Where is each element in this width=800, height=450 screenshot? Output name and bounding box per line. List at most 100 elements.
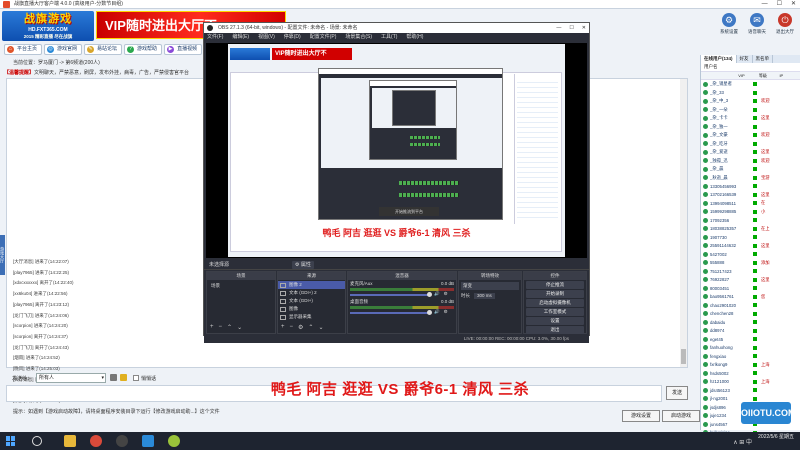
menu-profile[interactable]: 配置文件(P) (310, 33, 337, 42)
menu-view[interactable]: 视图(V) (258, 33, 275, 42)
user-row[interactable]: bao9561761 您 (701, 293, 800, 302)
scene-item[interactable]: 场景 (209, 282, 273, 290)
user-row[interactable]: _杂_独一 (701, 123, 800, 132)
user-row[interactable]: _独孤_迅 欢迎 (701, 157, 800, 166)
search-icon[interactable] (32, 436, 42, 446)
exit-lobby-button[interactable]: ⏻ 退出大厅 (772, 12, 798, 40)
remove-icon[interactable]: − (219, 324, 223, 331)
obs-preview[interactable]: VIP随时进出大厅不 开始推流到平台 鸭毛 阿吉 逛逛 VS 爵爷6-1 清风 … (206, 43, 587, 258)
column-header[interactable]: VIP (738, 72, 759, 79)
minimize-button[interactable]: — (762, 0, 768, 9)
down-icon[interactable]: ⌄ (237, 324, 242, 331)
system-tray[interactable]: ∧ ⊞ 中 (733, 437, 752, 446)
start-game-button[interactable]: 启动游戏 (662, 410, 700, 422)
start-recording-button[interactable]: 开始录制 (526, 290, 584, 298)
tab-friends[interactable]: 好友 (737, 55, 753, 63)
source-item[interactable]: 图像 2 (278, 281, 345, 289)
speaker-icon[interactable]: 🔊 (434, 291, 440, 297)
user-row[interactable]: chenchen28 (701, 310, 800, 319)
user-row[interactable]: 76922827 这里 (701, 276, 800, 285)
user-row[interactable]: _杂_镜星者 (701, 80, 800, 89)
user-row[interactable]: hsds5002 (701, 369, 800, 378)
user-row[interactable]: fxrlkong9 上海 (701, 361, 800, 370)
game-taskbar-icon[interactable] (168, 435, 180, 447)
volume-slider[interactable] (350, 310, 432, 315)
explorer-icon[interactable] (64, 435, 76, 447)
side-tab-lobby[interactable]: 游戏大厅 (0, 235, 5, 275)
toolbar-home-button[interactable]: ⌂ 平台主页 (4, 44, 43, 55)
transition-select[interactable]: 渐变 (461, 282, 519, 290)
add-icon[interactable]: + (281, 324, 285, 331)
maximize-button[interactable]: ☐ (777, 0, 782, 9)
exit-button[interactable]: 退出 (526, 326, 584, 334)
down-icon[interactable]: ⌄ (318, 324, 323, 331)
menu-file[interactable]: 文件(F) (207, 33, 223, 42)
settings-button[interactable]: 设置 (526, 317, 584, 325)
toolbar-forum-button[interactable]: ✎ 易站论坛 (84, 44, 123, 55)
menu-tools[interactable]: 工具(T) (381, 33, 397, 42)
chrome-icon[interactable] (90, 435, 102, 447)
stop-streaming-button[interactable]: 停止推流 (526, 281, 584, 289)
obs-close-button[interactable]: ✕ (582, 23, 586, 33)
menu-docks[interactable]: 停靠(D) (284, 33, 301, 42)
user-row[interactable]: 15999298885 小 (701, 208, 800, 217)
source-item[interactable]: 文本 (GDI+) 2 (278, 289, 345, 297)
user-row[interactable]: 751217423 (701, 267, 800, 276)
tab-online-users[interactable]: 在线用户(134) (701, 55, 737, 63)
user-row[interactable]: _杂_文豪 欢迎 (701, 131, 800, 140)
user-row[interactable]: _杂_33 (701, 89, 800, 98)
windows-start-icon[interactable] (6, 436, 16, 446)
tab-blacklist[interactable]: 黑名单 (753, 55, 774, 63)
toolbar-video-button[interactable]: ▶ 直播视频 (164, 44, 203, 55)
source-item[interactable]: 显示器采集 (278, 313, 345, 321)
user-row[interactable]: _秋逝_晨 宝游 (701, 174, 800, 183)
voice-chat-button[interactable]: ✉ 语音聊天 (744, 12, 770, 40)
source-item[interactable]: 文本 (GDI+) (278, 297, 345, 305)
speaker-icon[interactable]: 🔊 (434, 309, 440, 315)
user-row[interactable]: 13305456993 (701, 182, 800, 191)
gear-icon[interactable]: ⚙ (444, 291, 448, 297)
clock[interactable]: 2022/5/6 星期五 (758, 433, 794, 441)
scroll-thumb[interactable] (681, 349, 686, 364)
user-row[interactable]: dd8974 (701, 327, 800, 336)
add-icon[interactable]: + (210, 324, 214, 331)
user-row[interactable]: _杂_爱逝 这里 (701, 148, 800, 157)
system-settings-button[interactable]: ⚙ 系统设置 (716, 12, 742, 40)
game-settings-button[interactable]: 游戏设置 (622, 410, 660, 422)
virtual-camera-button[interactable]: 启动虚拟摄像机 (526, 299, 584, 307)
duration-input[interactable]: 300 ms (474, 293, 495, 299)
user-row[interactable]: dabaidu (701, 318, 800, 327)
source-item[interactable]: 图像 (278, 305, 345, 313)
column-header[interactable]: 等级 (759, 72, 780, 79)
column-header[interactable]: IP (779, 72, 800, 79)
gear-icon[interactable]: ⚙ (444, 309, 448, 315)
up-icon[interactable]: ⌃ (227, 324, 232, 331)
user-row[interactable]: 80003451 (701, 284, 800, 293)
menu-help[interactable]: 帮助(H) (406, 33, 423, 42)
user-row[interactable]: 555888 添加 (701, 259, 800, 268)
user-row[interactable]: eget45 (701, 335, 800, 344)
user-row[interactable]: 13702166539 这里 (701, 191, 800, 200)
user-row[interactable]: 18038825357 在上 (701, 225, 800, 234)
user-row[interactable]: _杂_晨 (701, 165, 800, 174)
obs-maximize-button[interactable]: ☐ (569, 23, 573, 33)
menu-edit[interactable]: 编辑(E) (232, 33, 249, 42)
obs-minimize-button[interactable]: — (556, 23, 561, 33)
obs-taskbar-icon[interactable] (116, 435, 128, 447)
studio-mode-button[interactable]: 工作室模式 (526, 308, 584, 316)
user-row[interactable]: 1907730 (701, 233, 800, 242)
user-row[interactable]: 13994098511 在 (701, 199, 800, 208)
user-row[interactable]: chao2901020 (701, 301, 800, 310)
user-row[interactable]: 17092356 (701, 216, 800, 225)
remove-icon[interactable]: − (290, 324, 294, 331)
chat-scrollbar[interactable] (680, 79, 687, 367)
close-button[interactable]: ✕ (791, 0, 796, 9)
user-row[interactable]: 5427002 (701, 250, 800, 259)
user-row[interactable]: _杂_卡卡 这里 (701, 114, 800, 123)
menu-scene-collection[interactable]: 场景集合(S) (345, 33, 372, 42)
user-row[interactable]: 25591144632 这里 (701, 242, 800, 251)
lobby-taskbar-icon[interactable] (142, 435, 154, 447)
up-icon[interactable]: ⌃ (308, 324, 313, 331)
toolbar-website-button[interactable]: ◎ 游戏官网 (44, 44, 83, 55)
user-row[interactable]: fengxiao (701, 352, 800, 361)
